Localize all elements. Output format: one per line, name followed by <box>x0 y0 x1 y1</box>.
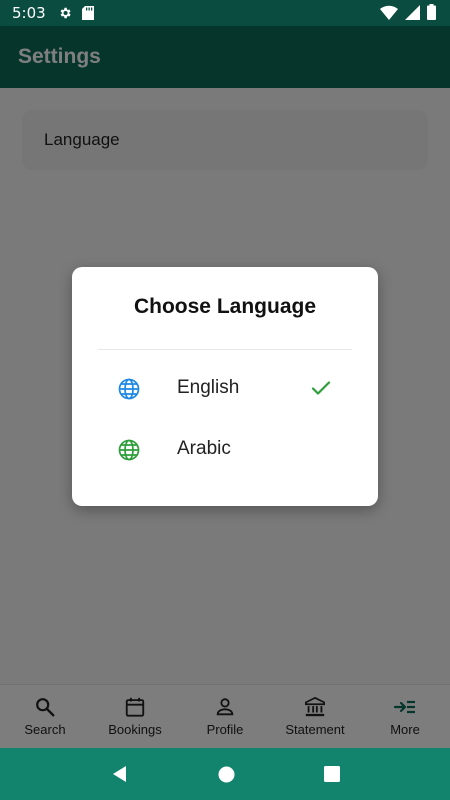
globe-icon <box>118 439 140 461</box>
dialog-divider <box>98 349 352 350</box>
recents-icon[interactable] <box>323 766 340 782</box>
status-time: 5:03 <box>12 4 46 22</box>
signal-icon <box>405 4 420 20</box>
settings-gear-icon <box>60 7 71 19</box>
sd-card-icon <box>81 6 94 20</box>
language-option-label: English <box>177 377 240 398</box>
system-navigation-bar <box>0 748 450 800</box>
dialog-title: Choose Language <box>133 295 317 318</box>
globe-icon <box>118 378 140 400</box>
language-option-label: Arabic <box>177 438 231 459</box>
language-option-english[interactable]: English <box>72 364 378 414</box>
battery-icon <box>427 4 436 20</box>
back-icon[interactable] <box>111 765 129 783</box>
home-icon[interactable] <box>217 765 235 783</box>
language-option-arabic[interactable]: Arabic <box>72 425 378 475</box>
language-dialog: Choose Language English Arabic <box>72 267 378 506</box>
wifi-icon <box>380 5 398 20</box>
check-icon <box>311 381 331 395</box>
status-bar: 5:03 <box>0 0 450 26</box>
